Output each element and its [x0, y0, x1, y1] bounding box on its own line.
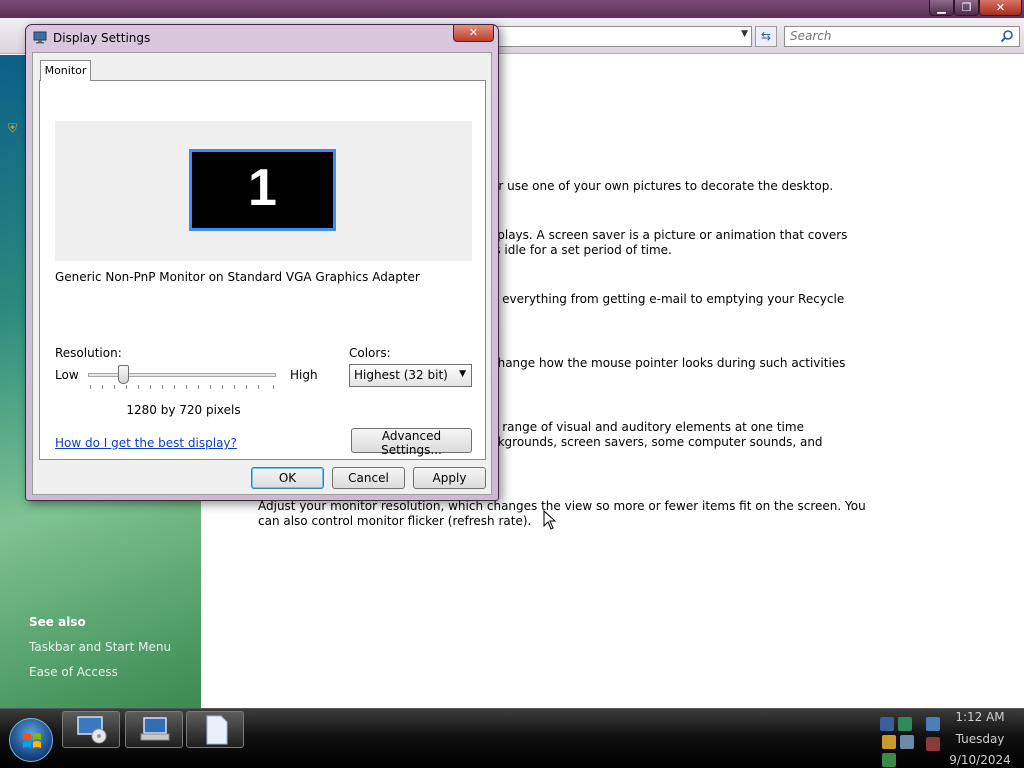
- computer-icon: [140, 717, 170, 741]
- resolution-label: Resolution:: [55, 346, 122, 360]
- system-tray: [878, 713, 940, 767]
- apply-button[interactable]: Apply: [413, 467, 486, 489]
- network-icon[interactable]: [880, 717, 894, 731]
- monitor-number: 1: [248, 159, 277, 217]
- clock-day[interactable]: Tuesday: [940, 732, 1020, 746]
- dialog-close-button[interactable]: ✕: [453, 25, 494, 42]
- display-settings-dialog: Display Settings ✕ Monitor 1 Generic Non…: [25, 24, 499, 501]
- resolution-slider-track[interactable]: [88, 373, 276, 377]
- chevron-down-icon: ▼: [459, 369, 466, 379]
- best-display-help-link[interactable]: How do I get the best display?: [55, 436, 237, 450]
- taskbar-button-document[interactable]: [186, 711, 244, 748]
- taskbar-button-control-panel[interactable]: [125, 711, 183, 748]
- clock-date[interactable]: 9/10/2024: [940, 753, 1020, 767]
- dialog-title: Display Settings: [53, 31, 151, 45]
- monitor-1-box[interactable]: 1: [189, 149, 336, 231]
- monitor-name: Generic Non-PnP Monitor on Standard VGA …: [55, 270, 420, 284]
- colors-selected-value: Highest (32 bit): [354, 368, 448, 382]
- window-titlebar: ▁ ❐ ✕: [0, 0, 1024, 18]
- resolution-slider-ticks: [90, 385, 274, 389]
- resolution-high-label: High: [290, 368, 318, 382]
- see-also-link-taskbar[interactable]: Taskbar and Start Menu: [29, 640, 171, 654]
- display-settings-icon: [33, 31, 47, 44]
- cancel-button[interactable]: Cancel: [332, 467, 405, 489]
- update-icon[interactable]: [882, 753, 896, 767]
- ok-button[interactable]: OK: [251, 467, 324, 489]
- advanced-settings-button[interactable]: Advanced Settings...: [351, 428, 472, 457]
- device-icon[interactable]: [900, 735, 914, 749]
- monitor-disc-icon: [77, 716, 107, 744]
- performance-icon[interactable]: [898, 717, 912, 731]
- windows-logo-icon: [23, 733, 41, 748]
- search-box[interactable]: [784, 26, 1020, 47]
- colors-dropdown[interactable]: Highest (32 bit) ▼: [349, 364, 472, 387]
- volume-icon[interactable]: [926, 737, 940, 751]
- close-button[interactable]: ✕: [979, 0, 1022, 16]
- desc-desktop-background: or use one of your own pictures to decor…: [491, 179, 834, 193]
- resolution-value: 1280 by 720 pixels: [126, 403, 241, 417]
- refresh-button[interactable]: ⇆: [755, 26, 777, 47]
- start-button[interactable]: [9, 718, 53, 762]
- mouse-cursor-icon: [543, 510, 557, 530]
- see-also-title: See also: [29, 615, 86, 629]
- maximize-button[interactable]: ❐: [954, 0, 979, 16]
- shield-icon: ⛨: [8, 121, 18, 135]
- dialog-titlebar[interactable]: Display Settings ✕: [26, 25, 498, 51]
- desc-sounds: o everything from getting e-mail to empt…: [491, 292, 845, 306]
- taskbar: 1:12 AM Tuesday 9/10/2024: [0, 708, 1024, 768]
- tab-panel-monitor: 1 Generic Non-PnP Monitor on Standard VG…: [39, 80, 486, 460]
- desc-theme-line1: e range of visual and auditory elements …: [491, 420, 804, 434]
- document-icon: [206, 715, 228, 745]
- see-also-link-ease-of-access[interactable]: Ease of Access: [29, 665, 118, 679]
- desc-screen-saver-line1: splays. A screen saver is a picture or a…: [491, 228, 848, 242]
- close-icon: ✕: [468, 26, 479, 39]
- minimize-button[interactable]: ▁: [929, 0, 954, 16]
- search-icon[interactable]: [1000, 29, 1014, 43]
- resolution-low-label: Low: [55, 368, 79, 382]
- desc-mouse-pointers: change how the mouse pointer looks durin…: [491, 356, 846, 370]
- search-input[interactable]: [790, 29, 990, 43]
- desc-theme-line2: ckgrounds, screen savers, some computer …: [491, 435, 823, 449]
- monitor-arrangement-area: 1: [55, 121, 472, 261]
- dialog-body: Monitor 1 Generic Non-PnP Monitor on Sta…: [32, 52, 492, 495]
- address-bar[interactable]: ▼: [490, 26, 752, 47]
- desc-display-settings-line2: can also control monitor flicker (refres…: [258, 514, 532, 528]
- clock-time[interactable]: 1:12 AM: [940, 710, 1020, 724]
- colors-label: Colors:: [349, 346, 391, 360]
- taskbar-button-display-properties[interactable]: [62, 711, 120, 748]
- tab-monitor[interactable]: Monitor: [40, 60, 91, 81]
- resolution-slider-thumb[interactable]: [118, 365, 129, 384]
- network-connection-icon[interactable]: [926, 717, 940, 731]
- desc-display-settings-line1: Adjust your monitor resolution, which ch…: [258, 499, 866, 513]
- chevron-down-icon[interactable]: ▼: [741, 29, 748, 39]
- desc-screen-saver-line2: is idle for a set period of time.: [491, 243, 672, 257]
- security-shield-icon[interactable]: [882, 735, 896, 749]
- refresh-icon: ⇆: [760, 29, 772, 43]
